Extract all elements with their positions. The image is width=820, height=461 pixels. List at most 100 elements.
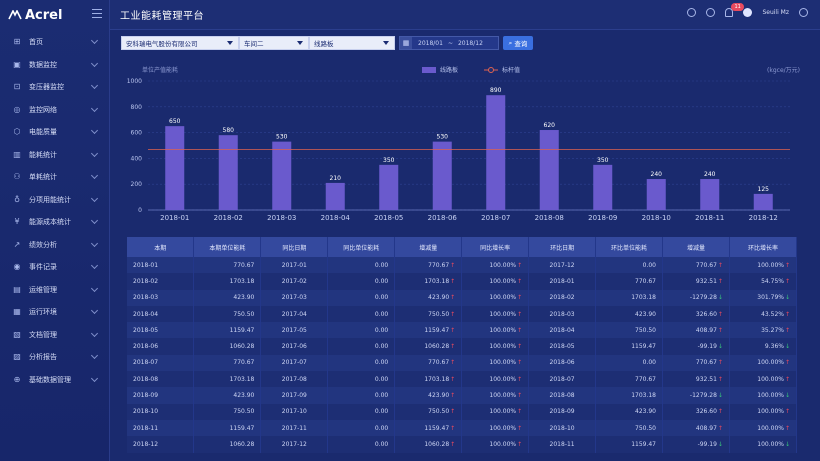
table-header-cell: 本期单位能耗: [193, 237, 262, 257]
cell-value: 2018-07: [549, 375, 575, 383]
cell-value: 1159.47: [424, 424, 450, 432]
sidebar-item[interactable]: ▦ 运行环境: [0, 301, 109, 324]
cell-value: 2017-02: [281, 277, 307, 285]
sidebar-menu: ⊞ 首页 ▣ 数据监控 ⊡ 变压器监控 ◎ 监控网络 ⬡ 电能质量 ▥ 能耗统计 ⚇ 单耗统计 ♁ 分项用能统…: [0, 31, 109, 391]
table-header-row: 本期 本期单位能耗 同比日期 同比单位能耗 增减量 同比增长率 环比日期 环比单位能耗 增减量环…: [127, 237, 798, 257]
cell-value: 1060.28: [424, 440, 450, 448]
sidebar-item[interactable]: ↗ 绩效分析: [0, 234, 109, 257]
table-cell: 100.00%↑: [461, 289, 530, 306]
chevron-down-icon: [90, 194, 99, 202]
table-cell: -1279.28↓: [662, 387, 730, 404]
unit-consumption-icon: ⚇: [13, 172, 21, 182]
table-cell: 1703.18↑: [394, 273, 463, 290]
table-header-cell: 环比日期: [528, 237, 597, 257]
date-start[interactable]: 2018/01: [418, 40, 443, 47]
globe-icon[interactable]: [799, 8, 808, 17]
cell-value: 2018-03: [549, 310, 575, 318]
table-cell: 2017-09: [260, 387, 329, 404]
table-cell: 2017-12: [528, 257, 597, 274]
cell-value: 770.67: [233, 261, 255, 269]
cell-value: 100.00%: [489, 261, 517, 269]
sidebar-item[interactable]: ▣ 数据监控: [0, 54, 109, 77]
table-cell: 100.00%↑: [729, 257, 798, 274]
help-icon[interactable]: [706, 8, 716, 17]
database-icon: ⊕: [13, 374, 21, 384]
sidebar-item[interactable]: ◎ 监控网络: [0, 99, 109, 122]
sidebar-item[interactable]: ⊕ 基础数据管理: [0, 369, 109, 392]
workshop-select[interactable]: 车间二: [239, 36, 309, 50]
table-row: 2018-04 750.50 2017-04 0.00 750.50↑ 100.00%↑ 2…: [127, 305, 798, 323]
x-tick-label: 2018-04: [321, 214, 351, 222]
cell-value: 770.67: [428, 359, 450, 367]
chevron-down-icon: [90, 149, 99, 157]
chart-title: 单位产值能耗: [142, 66, 178, 74]
y-tick-label: 1000: [127, 78, 142, 85]
cell-value: 2018-08: [133, 375, 159, 383]
table-header-cell: 同比日期: [260, 237, 329, 257]
cell-value: 2018-05: [549, 343, 575, 351]
sidebar-item-label: 电能质量: [29, 128, 57, 137]
cell-value: 423.90: [428, 294, 450, 302]
table-cell: 2018-08: [528, 387, 597, 404]
cell-value: 2018-05: [133, 326, 159, 334]
query-button[interactable]: ⌕ 查询: [503, 36, 533, 50]
sidebar-item[interactable]: ⊞ 首页: [0, 31, 109, 54]
bulb-icon: ♁: [14, 194, 20, 204]
sidebar-item[interactable]: ▤ 运维管理: [0, 279, 109, 302]
sidebar-item[interactable]: ▨ 分析报告: [0, 346, 109, 369]
table-body: 2018-01 770.67 2017-01 0.00 770.67↑ 100.00%↑ 2…: [127, 257, 798, 453]
cell-value: 1703.18: [631, 392, 656, 400]
sidebar-item[interactable]: ⊡ 变压器监控: [0, 76, 109, 99]
chevron-down-icon: [90, 374, 99, 382]
date-end[interactable]: 2018/12: [458, 40, 483, 47]
search-icon[interactable]: [687, 8, 697, 17]
sidebar-item[interactable]: ⚇ 单耗统计: [0, 166, 109, 189]
cell-value: 2018-11: [549, 440, 575, 448]
cell-value: 1703.18: [424, 277, 450, 285]
sidebar-item[interactable]: ♁ 分项用能统计: [0, 189, 109, 212]
date-separator: ~: [447, 39, 453, 47]
chevron-down-icon: [90, 81, 99, 90]
sidebar-item[interactable]: ◉ 事件记录: [0, 256, 109, 279]
avatar[interactable]: [743, 8, 753, 17]
bar-value-label: 240: [704, 171, 716, 178]
sidebar-item[interactable]: ⬡ 电能质量: [0, 121, 109, 144]
cell-value: 100.00%: [757, 408, 784, 416]
table-cell: 2017-01: [260, 257, 329, 274]
table-row: 2018-11 1159.47 2017-11 0.00 1159.47↑ 100.00%…: [127, 419, 798, 437]
sidebar-item[interactable]: ¥ 能源成本统计: [0, 211, 109, 234]
energy-bar-chart: 单位产值能耗 (kgce/万元) 线路板 标杆值 0 200 400 600 800 1000 65…: [127, 66, 800, 222]
table-cell: 2018-04: [127, 305, 195, 323]
calendar-icon: ▦: [400, 37, 412, 49]
search-icon: ⌕: [508, 38, 513, 47]
table-cell: 0.00: [327, 387, 396, 404]
bell-icon[interactable]: 11: [725, 3, 744, 17]
arrow-up-icon: ↑: [450, 261, 456, 269]
cell-value: 1703.18: [229, 375, 255, 383]
cell-value: 54.75%: [761, 277, 784, 285]
cell-value: 2018-02: [549, 294, 575, 302]
environment-icon: ▦: [13, 307, 21, 317]
table-row: 2018-10 750.50 2017-10 0.00 750.50↑ 100.00%↑ 2…: [127, 403, 798, 420]
sidebar-item[interactable]: ▧ 文档管理: [0, 324, 109, 347]
company-select[interactable]: 安科瑞电气股份有限公司: [121, 36, 239, 50]
date-range-picker[interactable]: ▦ 2018/01 ~ 2018/12: [399, 36, 499, 50]
arrow-down-icon: ↓: [784, 440, 790, 448]
cell-value: 408.97: [695, 326, 717, 334]
table-cell: 0.00: [327, 436, 396, 453]
cell-value: 2017-05: [281, 326, 307, 334]
cell-value: 100.00%: [489, 408, 517, 416]
cell-value: 2017-11: [281, 424, 307, 432]
table-cell: 770.67: [193, 354, 262, 372]
y-tick-label: 800: [131, 104, 143, 111]
cell-value: 100.00%: [489, 392, 517, 400]
cell-value: 423.90: [233, 294, 255, 302]
line-select[interactable]: 线路板: [309, 36, 395, 50]
arrow-down-icon: ↓: [784, 392, 790, 400]
sidebar-item[interactable]: ▥ 能耗统计: [0, 144, 109, 167]
user-name[interactable]: Seuili Mz: [762, 9, 789, 16]
query-button-label: 查询: [514, 40, 528, 48]
cell-value: -99.19: [697, 343, 717, 351]
menu-toggle-icon[interactable]: [92, 9, 102, 18]
table-cell: 100.00%↓: [729, 387, 798, 404]
